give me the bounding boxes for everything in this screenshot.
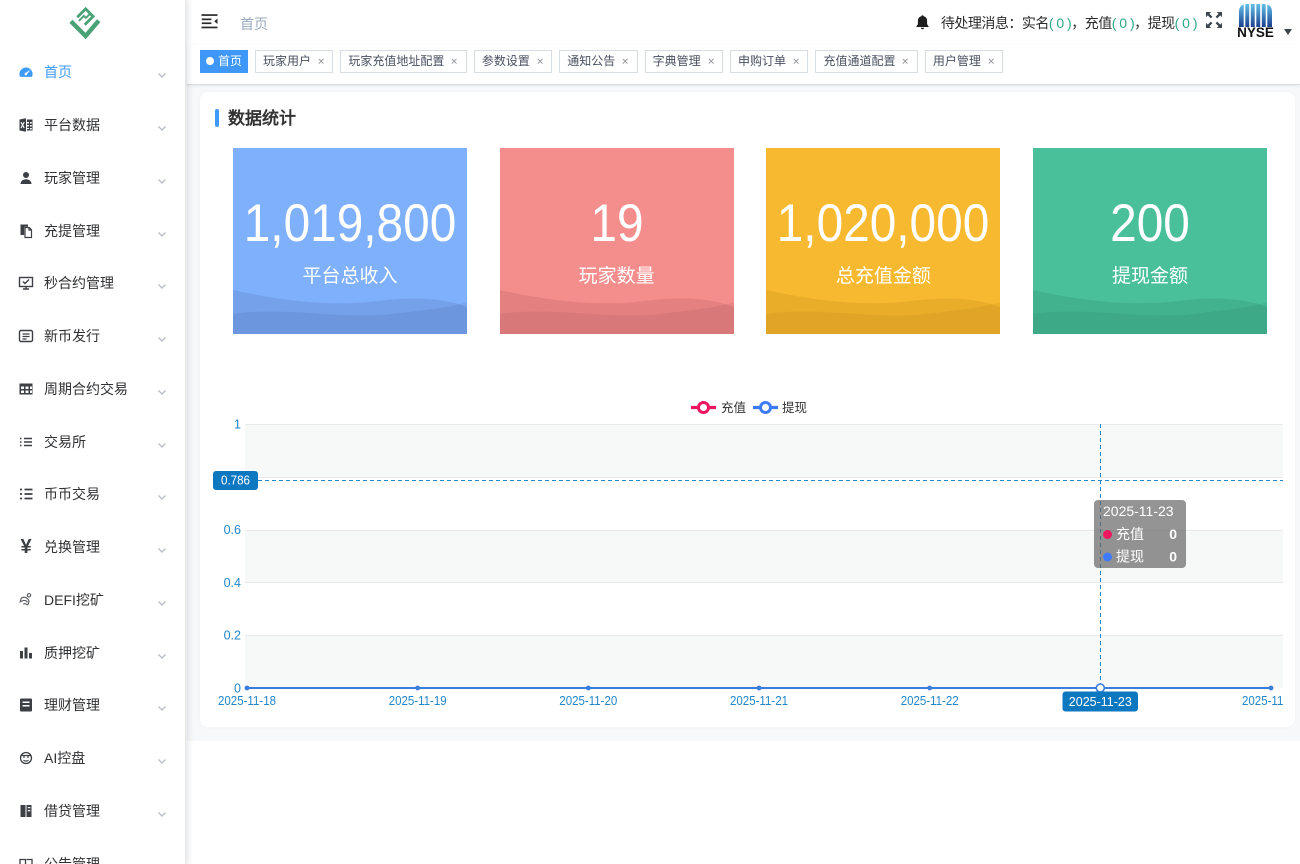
svg-text:2025-11-18: 2025-11-18 (218, 694, 276, 708)
svg-text:2025-11-23: 2025-11-23 (1069, 695, 1132, 709)
svg-text:0.786: 0.786 (221, 474, 250, 488)
svg-text:2025-11-20: 2025-11-20 (559, 694, 617, 708)
svg-text:提现: 提现 (782, 400, 807, 415)
svg-text:2025-11-22: 2025-11-22 (901, 694, 959, 708)
svg-text:0.4: 0.4 (224, 576, 241, 590)
svg-text:提现: 提现 (1116, 549, 1144, 565)
svg-text:NYSE: NYSE (1237, 25, 1274, 39)
svg-text:0: 0 (1169, 526, 1177, 542)
svg-text:0: 0 (1169, 549, 1177, 565)
svg-text:2025-11-21: 2025-11-21 (730, 694, 788, 708)
svg-text:1: 1 (234, 418, 241, 432)
svg-text:0.6: 0.6 (224, 523, 241, 537)
svg-text:2025-11-24: 2025-11-24 (1242, 694, 1283, 708)
svg-text:0.2: 0.2 (224, 629, 241, 643)
svg-text:充值: 充值 (721, 400, 746, 415)
svg-text:2025-11-23: 2025-11-23 (1103, 503, 1174, 519)
svg-text:2025-11-19: 2025-11-19 (389, 694, 447, 708)
svg-text:充值: 充值 (1116, 526, 1144, 542)
